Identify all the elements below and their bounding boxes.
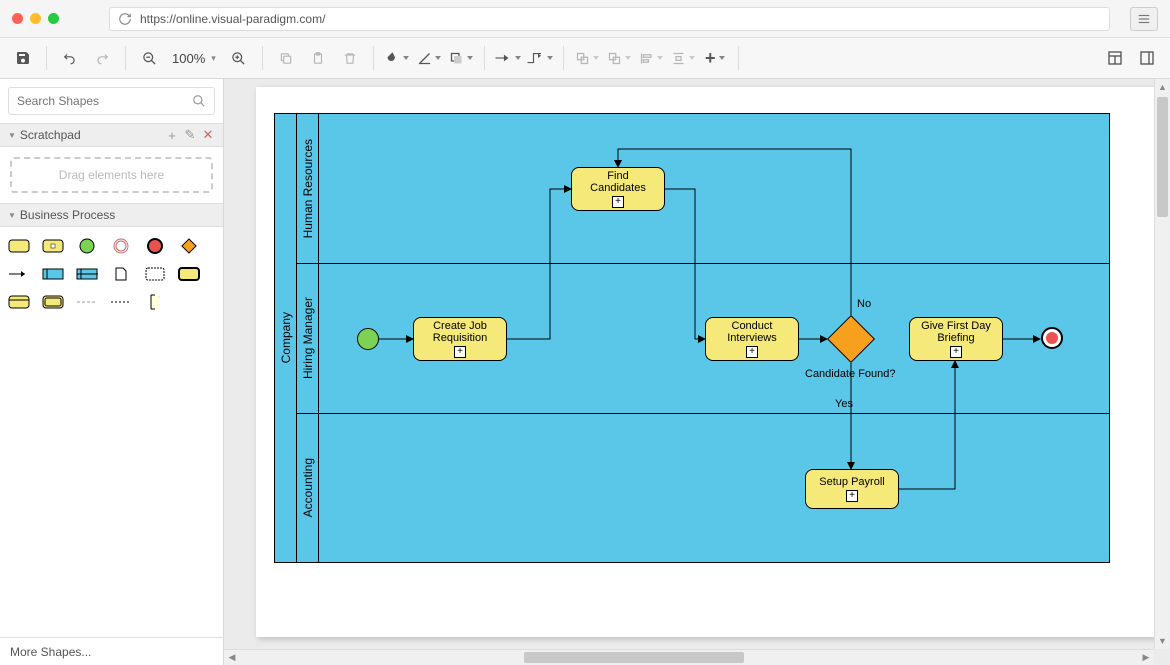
search-input[interactable] <box>17 94 192 108</box>
shape-end-event[interactable] <box>144 237 166 255</box>
scroll-left-icon[interactable]: ◀ <box>224 650 240 665</box>
shape-sequence-flow[interactable] <box>8 265 30 283</box>
scratchpad-add-icon[interactable]: + <box>165 128 179 142</box>
more-shapes-link[interactable]: More Shapes... <box>0 637 223 665</box>
task-setup-payroll[interactable]: Setup Payroll+ <box>805 469 899 509</box>
scratchpad-close-icon[interactable]: ✕ <box>201 128 215 142</box>
paste-button[interactable] <box>303 43 333 73</box>
gateway-label: Candidate Found? <box>805 368 896 380</box>
zoom-in-button[interactable] <box>224 43 254 73</box>
scratchpad-drop-zone[interactable]: Drag elements here <box>10 157 213 193</box>
shape-lane[interactable] <box>76 265 98 283</box>
shape-association[interactable] <box>110 293 132 311</box>
scratchpad-title: Scratchpad <box>20 128 81 142</box>
fill-color-button[interactable] <box>382 43 412 73</box>
window-controls <box>12 13 59 24</box>
lane-accounting[interactable]: Accounting <box>297 414 1109 563</box>
pool-title[interactable]: Company <box>275 114 297 562</box>
url-text: https://online.visual-paradigm.com/ <box>140 12 325 26</box>
shape-group[interactable] <box>144 265 166 283</box>
scroll-thumb[interactable] <box>524 652 744 663</box>
lane-human-resources[interactable]: Human Resources <box>297 114 1109 264</box>
reload-icon[interactable] <box>118 12 132 26</box>
main-split: ▼ Scratchpad + ✎ ✕ Drag elements here ▼ … <box>0 79 1170 665</box>
business-process-title: Business Process <box>20 208 115 222</box>
scroll-up-icon[interactable]: ▲ <box>1155 79 1170 95</box>
delete-button[interactable] <box>335 43 365 73</box>
shape-task[interactable] <box>8 237 30 255</box>
task-create-job[interactable]: Create Job Requisition+ <box>413 317 507 361</box>
scroll-right-icon[interactable]: ▶ <box>1138 650 1154 665</box>
align-button[interactable] <box>636 43 666 73</box>
scratchpad-edit-icon[interactable]: ✎ <box>183 128 197 142</box>
bpmn-pool[interactable]: Company Human Resources Hiring Manager A… <box>274 113 1110 563</box>
undo-button[interactable] <box>55 43 85 73</box>
distribute-button[interactable] <box>668 43 698 73</box>
copy-button[interactable] <box>271 43 301 73</box>
redo-button[interactable] <box>87 43 117 73</box>
waypoint-style-button[interactable] <box>525 43 555 73</box>
shape-pool[interactable] <box>42 265 64 283</box>
shape-subprocess-expanded[interactable] <box>8 293 30 311</box>
shape-gateway[interactable] <box>178 237 200 255</box>
to-back-button[interactable] <box>604 43 634 73</box>
address-bar[interactable]: https://online.visual-paradigm.com/ <box>109 7 1110 31</box>
line-color-button[interactable] <box>414 43 444 73</box>
task-conduct-interviews[interactable]: Conduct Interviews+ <box>705 317 799 361</box>
browser-chrome: https://online.visual-paradigm.com/ <box>0 0 1170 38</box>
maximize-window-icon[interactable] <box>48 13 59 24</box>
start-event[interactable] <box>357 328 379 350</box>
shape-intermediate-event[interactable] <box>110 237 132 255</box>
edge-label-no: No <box>857 298 871 310</box>
scroll-thumb[interactable] <box>1157 97 1168 217</box>
format-panel-button[interactable] <box>1100 43 1130 73</box>
business-process-header[interactable]: ▼ Business Process <box>0 203 223 227</box>
close-window-icon[interactable] <box>12 13 23 24</box>
canvas-page[interactable]: Company Human Resources Hiring Manager A… <box>256 87 1170 637</box>
scroll-down-icon[interactable]: ▼ <box>1155 633 1170 649</box>
outline-panel-button[interactable] <box>1132 43 1162 73</box>
shape-transaction[interactable] <box>42 293 64 311</box>
lane-title: Human Resources <box>297 114 319 263</box>
shape-data-object[interactable] <box>110 265 132 283</box>
zoom-level[interactable]: 100%▾ <box>166 51 222 66</box>
shape-subprocess[interactable] <box>42 237 64 255</box>
main-toolbar: 100%▾ + <box>0 38 1170 79</box>
shape-palette <box>0 227 223 321</box>
scratchpad-header[interactable]: ▼ Scratchpad + ✎ ✕ <box>0 123 223 147</box>
task-give-briefing[interactable]: Give First Day Briefing+ <box>909 317 1003 361</box>
canvas-area[interactable]: Company Human Resources Hiring Manager A… <box>224 79 1170 665</box>
lane-title: Accounting <box>297 414 319 562</box>
shape-annotation[interactable] <box>144 293 166 311</box>
hamburger-menu-button[interactable] <box>1130 7 1158 31</box>
sidebar: ▼ Scratchpad + ✎ ✕ Drag elements here ▼ … <box>0 79 224 665</box>
to-front-button[interactable] <box>572 43 602 73</box>
lane-title: Hiring Manager <box>297 264 319 413</box>
shape-start-event[interactable] <box>76 237 98 255</box>
save-button[interactable] <box>8 43 38 73</box>
end-event[interactable] <box>1041 327 1063 349</box>
shape-call-activity[interactable] <box>178 265 200 283</box>
shadow-button[interactable] <box>446 43 476 73</box>
horizontal-scrollbar[interactable]: ◀ ▶ <box>224 649 1154 665</box>
shape-message-flow[interactable] <box>76 293 98 311</box>
vertical-scrollbar[interactable]: ▲ ▼ <box>1154 79 1170 649</box>
task-find-candidates[interactable]: Find Candidates+ <box>571 167 665 211</box>
edge-label-yes: Yes <box>835 398 853 410</box>
minimize-window-icon[interactable] <box>30 13 41 24</box>
add-button[interactable]: + <box>700 43 730 73</box>
zoom-out-button[interactable] <box>134 43 164 73</box>
search-icon[interactable] <box>192 94 206 108</box>
shape-search[interactable] <box>8 87 215 115</box>
connection-style-button[interactable] <box>493 43 523 73</box>
